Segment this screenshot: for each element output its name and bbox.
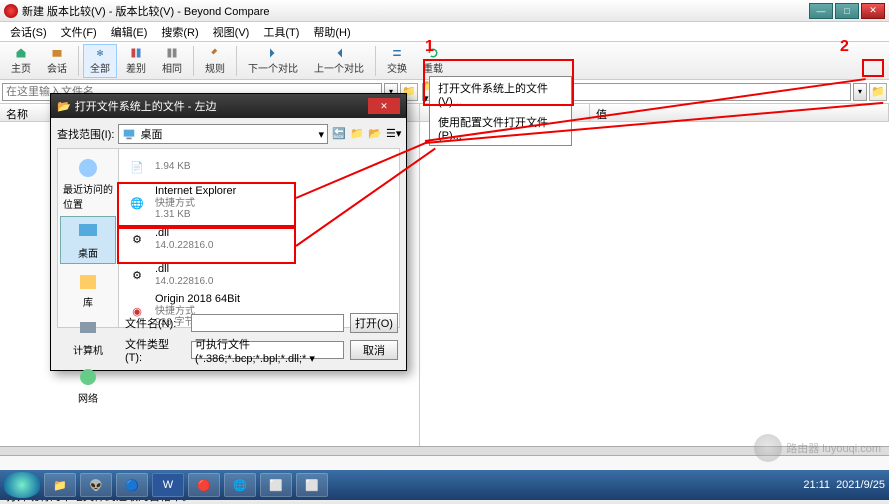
tb-session[interactable]: 会话 [40, 44, 74, 78]
menu-tools[interactable]: 工具(T) [257, 22, 305, 42]
tb-home[interactable]: 主页 [4, 44, 38, 78]
menu-open-profile[interactable]: 使用配置文件打开文件(P)... [430, 111, 571, 145]
taskbar: 📁 👽 🔵 W 🔴 🌐 ⬜ ⬜ 21:11 2021/9/25 [0, 470, 889, 500]
watermark: 路由器 luyouqi.com [754, 434, 881, 462]
filetype-combo[interactable]: 可执行文件 (*.386;*.bcp;*.bpl;*.dll;* ▾ [191, 341, 344, 359]
annotation-1: 1 [425, 38, 434, 56]
tb-prev[interactable]: 上一个对比 [307, 44, 371, 78]
system-tray[interactable]: 21:11 2021/9/25 [803, 479, 885, 491]
new-folder-icon[interactable]: 📂 [368, 127, 382, 141]
separator [236, 46, 237, 76]
ie-icon: 🌐 [123, 189, 151, 217]
back-icon[interactable]: 🔙 [332, 127, 346, 141]
toolbar: 主页 会话 ✻全部 差别 相同 规则 下一个对比 上一个对比 交换 重载 [0, 42, 889, 80]
right-path-dropdown[interactable]: ▾ [853, 83, 867, 101]
open-file-dialog: 📂 打开文件系统上的文件 - 左边 ✕ 查找范围(I): 桌面 ▾ 🔙 📁 📂 … [50, 93, 407, 371]
dialog-title: 打开文件系统上的文件 - 左边 [75, 98, 368, 114]
list-item[interactable]: ⚙.dll14.0.22816.0 [119, 221, 399, 257]
tray-clock-time: 21:11 [803, 479, 830, 491]
menu-file[interactable]: 文件(F) [55, 22, 103, 42]
menubar: 会话(S) 文件(F) 编辑(E) 搜索(R) 视图(V) 工具(T) 帮助(H… [0, 22, 889, 42]
place-libraries[interactable]: 库 [60, 266, 116, 312]
app-icon [4, 4, 18, 18]
filename-label: 文件名(N): [125, 315, 185, 331]
window-titlebar: 新建 版本比较(V) - 版本比较(V) - Beyond Compare — … [0, 0, 889, 22]
menu-edit[interactable]: 编辑(E) [105, 22, 154, 42]
path-dropdown-menu: 打开文件系统上的文件(V)... 使用配置文件打开文件(P)... [429, 76, 572, 146]
open-button[interactable]: 打开(O) [350, 313, 398, 333]
dll-icon: ⚙ [123, 225, 151, 253]
tb-next[interactable]: 下一个对比 [241, 44, 305, 78]
right-pane [420, 122, 889, 446]
annotation-2: 2 [840, 38, 849, 56]
folder-icon: 📂 [57, 100, 71, 113]
task-explorer[interactable]: 📁 [44, 473, 76, 497]
dialog-close-button[interactable]: ✕ [368, 98, 400, 114]
dll-icon: ⚙ [123, 261, 151, 289]
task-chrome[interactable]: 🌐 [224, 473, 256, 497]
places-bar: 最近访问的位置 桌面 库 计算机 网络 [57, 148, 119, 328]
maximize-button[interactable]: □ [835, 3, 859, 19]
task-beyondcompare[interactable]: 🔴 [188, 473, 220, 497]
place-recent[interactable]: 最近访问的位置 [60, 153, 116, 214]
file-icon: 📄 [123, 153, 151, 181]
list-item[interactable]: 📄1.94 KB [119, 149, 399, 185]
filetype-label: 文件类型(T): [125, 336, 185, 364]
watermark-icon [754, 434, 782, 462]
menu-session[interactable]: 会话(S) [4, 22, 53, 42]
tb-same[interactable]: 相同 [155, 44, 189, 78]
look-in-combo[interactable]: 桌面 ▾ [118, 124, 328, 144]
separator [375, 46, 376, 76]
separator [78, 46, 79, 76]
view-menu-icon[interactable]: ☰▾ [386, 127, 400, 141]
task-app[interactable]: 👽 [80, 473, 112, 497]
filename-input[interactable] [191, 314, 344, 332]
look-in-label: 查找范围(I): [57, 126, 114, 142]
tb-swap[interactable]: 交换 [380, 44, 414, 78]
list-item[interactable]: ⚙.dll14.0.22816.0 [119, 257, 399, 293]
place-computer[interactable]: 计算机 [60, 314, 116, 360]
start-button[interactable] [4, 472, 40, 498]
close-button[interactable]: ✕ [861, 3, 885, 19]
menu-search[interactable]: 搜索(R) [155, 22, 204, 42]
minimize-button[interactable]: — [809, 3, 833, 19]
desktop-icon [122, 127, 136, 141]
tray-clock-date: 2021/9/25 [836, 479, 885, 491]
up-icon[interactable]: 📁 [350, 127, 364, 141]
task-app2[interactable]: 🔵 [116, 473, 148, 497]
dialog-titlebar[interactable]: 📂 打开文件系统上的文件 - 左边 ✕ [51, 94, 406, 118]
right-browse-button[interactable]: 📁 [869, 83, 887, 101]
window-title: 新建 版本比较(V) - 版本比较(V) - Beyond Compare [22, 3, 809, 19]
menu-view[interactable]: 视图(V) [207, 22, 256, 42]
tb-diff[interactable]: 差别 [119, 44, 153, 78]
file-list[interactable]: 📄1.94 KB 🌐Internet Explorer快捷方式1.31 KB ⚙… [119, 148, 400, 328]
task-app3[interactable]: ⬜ [260, 473, 292, 497]
place-network[interactable]: 网络 [60, 362, 116, 408]
tb-rules[interactable]: 规则 [198, 44, 232, 78]
separator [193, 46, 194, 76]
svg-text:✻: ✻ [97, 49, 104, 58]
task-app4[interactable]: ⬜ [296, 473, 328, 497]
col-value[interactable]: 值 [590, 104, 889, 121]
menu-open-filesystem[interactable]: 打开文件系统上的文件(V)... [430, 77, 571, 111]
task-word[interactable]: W [152, 473, 184, 497]
list-item[interactable]: 🌐Internet Explorer快捷方式1.31 KB [119, 185, 399, 221]
tb-all[interactable]: ✻全部 [83, 44, 117, 78]
place-desktop[interactable]: 桌面 [60, 216, 116, 264]
menu-help[interactable]: 帮助(H) [307, 22, 356, 42]
cancel-button[interactable]: 取消 [350, 340, 398, 360]
